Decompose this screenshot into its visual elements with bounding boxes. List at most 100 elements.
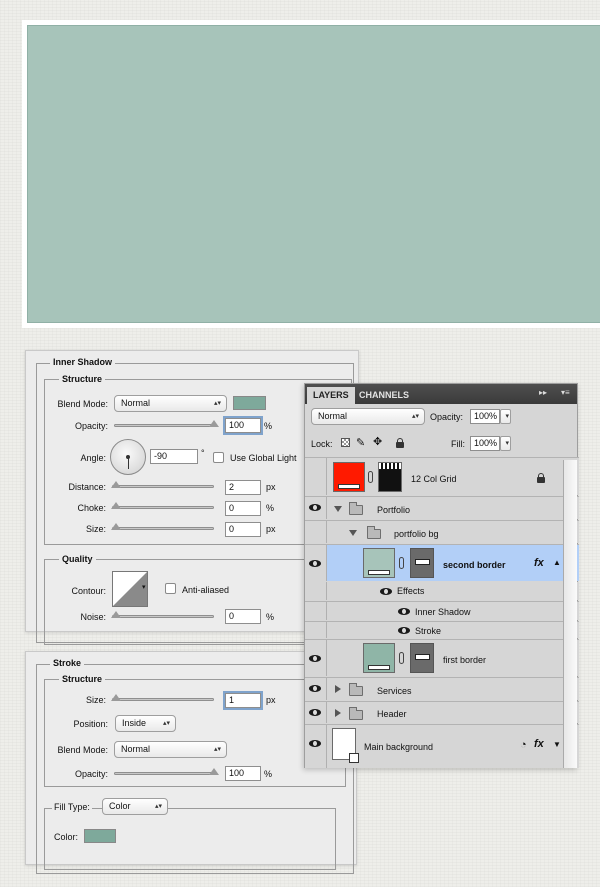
fill-type-value: Color	[109, 801, 131, 811]
stroke-position-select[interactable]: Inside ▴▾	[115, 715, 176, 732]
visibility-toggle[interactable]	[305, 545, 327, 581]
second-border-thumbnail	[363, 548, 395, 578]
stroke-title: Stroke	[50, 658, 85, 668]
link-icon	[368, 471, 373, 483]
collapse-panel-icon[interactable]: ▸▸	[539, 388, 547, 397]
stroke-opacity-slider[interactable]	[114, 768, 219, 775]
stroke-position-value: Inside	[122, 718, 147, 728]
layer-row-inner-shadow-effect[interactable]: Inner Shadow	[305, 601, 579, 620]
lock-label: Lock:	[311, 439, 333, 449]
layer-row-main-background[interactable]: Main background ◔ fx ▼	[305, 724, 579, 768]
layer-row-stroke-effect[interactable]: Stroke	[305, 621, 579, 638]
noise-input[interactable]: 0	[225, 609, 261, 624]
opacity-slider-thumb[interactable]	[209, 420, 219, 427]
stroke-effect-label: Stroke	[415, 626, 442, 636]
stroke-opacity-slider-thumb[interactable]	[209, 768, 219, 775]
stroke-opacity-input[interactable]: 100	[225, 766, 261, 781]
layer-opacity-input[interactable]: 100%	[470, 409, 500, 424]
layer-blend-mode-select[interactable]: Normal ▴▾	[311, 408, 425, 425]
smart-filter-icon[interactable]: ◔	[520, 739, 527, 751]
size-label: Size:	[85, 524, 106, 534]
visibility-toggle-empty[interactable]	[305, 521, 327, 543]
distance-input[interactable]: 2	[225, 480, 261, 495]
layer-name-grid: 12 Col Grid	[411, 474, 457, 484]
layer-row-services[interactable]: Services	[305, 677, 579, 700]
fill-type-select[interactable]: Color ▴▾	[102, 798, 168, 815]
stroke-size-slider-thumb[interactable]	[111, 694, 121, 701]
lock-brush-icon[interactable]: ✎	[356, 436, 365, 449]
eye-icon	[309, 685, 321, 692]
size-slider[interactable]	[111, 523, 214, 530]
blend-mode-select[interactable]: Normal ▴▾	[114, 395, 227, 412]
fx-icon[interactable]: fx	[534, 557, 544, 569]
collapse-effects-icon[interactable]: ▲	[553, 558, 561, 567]
choke-slider-thumb[interactable]	[111, 502, 121, 509]
eye-icon[interactable]	[380, 588, 392, 595]
visibility-toggle[interactable]	[305, 640, 327, 676]
lock-transparent-icon[interactable]	[341, 438, 350, 447]
layer-fill-dropdown[interactable]: ▾	[500, 436, 511, 451]
expand-triangle-icon[interactable]	[334, 506, 342, 512]
first-border-thumbnail	[363, 643, 395, 673]
stroke-blend-mode-select[interactable]: Normal ▴▾	[114, 741, 227, 758]
opacity-input[interactable]: 100	[225, 418, 261, 433]
panel-menu-icon[interactable]: ▾≡	[561, 388, 570, 397]
structure-legend: Structure	[59, 374, 106, 384]
layer-row-header[interactable]: Header	[305, 701, 579, 723]
eye-icon[interactable]	[398, 608, 410, 615]
anti-aliased-checkbox[interactable]	[165, 583, 176, 594]
stroke-size-input[interactable]: 1	[225, 693, 261, 708]
tab-layers[interactable]: LAYERS	[307, 387, 355, 404]
angle-input[interactable]: -90	[150, 449, 198, 464]
layer-row-effects[interactable]: Effects	[305, 582, 579, 600]
layer-row-portfolio-bg[interactable]: portfolio bg	[305, 520, 579, 543]
visibility-toggle[interactable]	[305, 678, 327, 700]
layer-name-services: Services	[377, 686, 412, 696]
select-arrows-icon: ▴▾	[213, 400, 221, 407]
expand-effects-icon[interactable]: ▼	[553, 740, 561, 749]
stroke-color-swatch[interactable]	[84, 829, 116, 843]
tab-channels[interactable]: CHANNELS	[353, 387, 415, 404]
distance-slider-thumb[interactable]	[111, 481, 121, 488]
use-global-light-checkbox[interactable]	[213, 452, 224, 463]
noise-slider-thumb[interactable]	[111, 611, 121, 618]
layer-row-first-border[interactable]: first border	[305, 639, 579, 676]
lock-all-icon[interactable]	[396, 438, 404, 448]
collapsed-triangle-icon[interactable]	[335, 685, 341, 693]
chevron-down-icon: ▾	[505, 440, 509, 447]
choke-slider[interactable]	[111, 502, 214, 509]
layer-row-second-border[interactable]: second border fx ▲	[305, 544, 579, 581]
lock-move-icon[interactable]: ✥	[373, 435, 382, 448]
collapsed-triangle-icon[interactable]	[335, 709, 341, 717]
layer-row-grid[interactable]: 12 Col Grid	[305, 457, 579, 495]
stroke-blend-mode-value: Normal	[121, 744, 151, 754]
distance-slider[interactable]	[111, 481, 214, 488]
angle-dial[interactable]	[110, 439, 146, 475]
fx-icon[interactable]: fx	[534, 738, 544, 750]
contour-dropdown-icon[interactable]: ▾	[142, 583, 146, 591]
select-arrows-icon: ▴▾	[162, 720, 170, 727]
visibility-toggle[interactable]	[305, 702, 327, 723]
layer-row-portfolio[interactable]: Portfolio	[305, 496, 579, 519]
layers-scrollbar[interactable]	[563, 460, 577, 768]
blend-mode-label: Blend Mode:	[57, 399, 108, 409]
choke-input[interactable]: 0	[225, 501, 261, 516]
visibility-toggle[interactable]	[305, 725, 327, 768]
size-input[interactable]: 0	[225, 522, 261, 537]
eye-icon[interactable]	[398, 627, 410, 634]
select-arrows-icon: ▴▾	[411, 413, 419, 420]
shadow-color-swatch[interactable]	[233, 396, 266, 410]
stroke-size-slider[interactable]	[111, 694, 214, 701]
eye-icon	[309, 504, 321, 511]
visibility-toggle-off[interactable]	[305, 458, 327, 495]
noise-slider[interactable]	[111, 611, 214, 618]
visibility-toggle[interactable]	[305, 497, 327, 519]
eye-icon	[309, 740, 321, 747]
expand-triangle-icon[interactable]	[349, 530, 357, 536]
stroke-structure-legend: Structure	[59, 674, 106, 684]
layer-opacity-dropdown[interactable]: ▾	[500, 409, 511, 424]
layer-fill-input[interactable]: 100%	[470, 436, 500, 451]
opacity-slider[interactable]	[114, 420, 219, 427]
effects-gutter	[305, 622, 327, 638]
size-slider-thumb[interactable]	[111, 523, 121, 530]
